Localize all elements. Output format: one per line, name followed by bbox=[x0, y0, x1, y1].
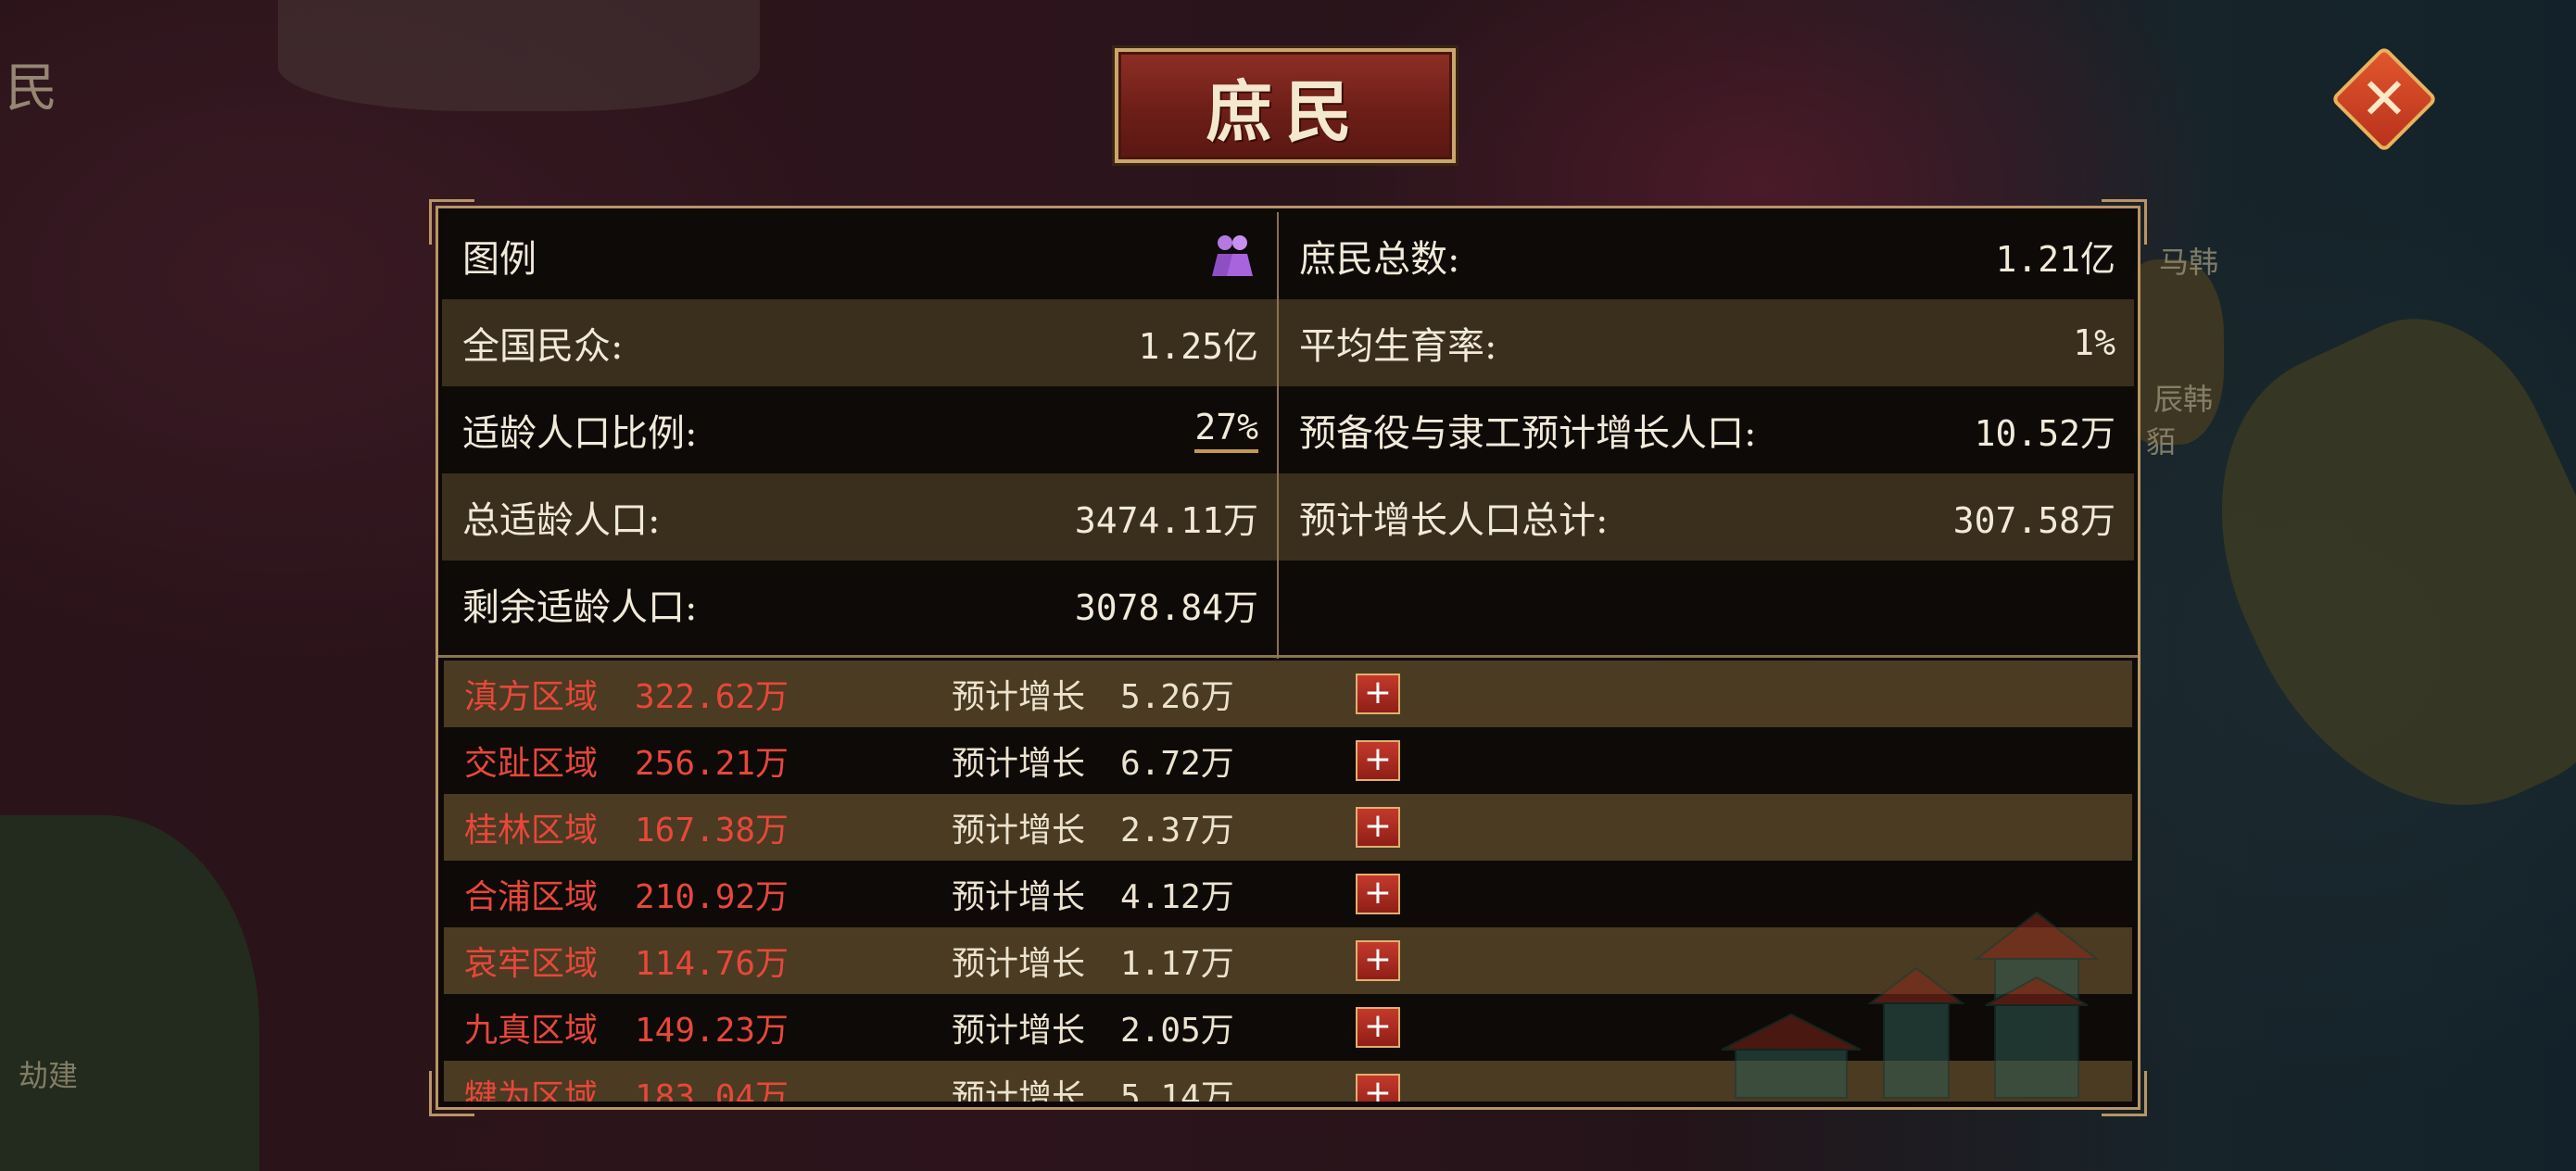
region-name: 合浦区域 bbox=[464, 878, 599, 916]
region-name: 哀牢区域 bbox=[464, 945, 599, 983]
close-icon: ✕ bbox=[2360, 64, 2408, 132]
legend-label: 图例 bbox=[462, 238, 537, 281]
region-name: 桂林区域 bbox=[464, 812, 599, 850]
region-growth-value: 2.05万 bbox=[1120, 1012, 1234, 1050]
region-population: 322.62万 bbox=[635, 678, 789, 716]
region-population: 167.38万 bbox=[635, 812, 789, 850]
stat-row-reserve-growth: 预备役与隶工预计增长人口: 10.52万 bbox=[1279, 386, 2134, 473]
region-growth-value: 6.72万 bbox=[1120, 745, 1234, 783]
stat-label: 平均生育率: bbox=[1299, 325, 1497, 368]
add-button[interactable]: + bbox=[1356, 807, 1400, 848]
add-button[interactable]: + bbox=[1356, 1007, 1400, 1048]
stat-row-national-people: 全国民众: 1.25亿 bbox=[442, 299, 1277, 386]
region-row: 滇方区域 322.62万 预计增长 5.26万 + bbox=[444, 661, 2132, 727]
stat-value: 10.52万 bbox=[1974, 412, 2115, 454]
stat-label: 总适龄人口: bbox=[462, 499, 661, 542]
region-population: 256.21万 bbox=[635, 745, 789, 783]
add-button[interactable]: + bbox=[1356, 674, 1400, 714]
region-name: 九真区域 bbox=[464, 1012, 599, 1050]
stat-value: 1.21亿 bbox=[1995, 238, 2115, 280]
stat-label: 全国民众: bbox=[462, 325, 624, 368]
stats-section: 图例 全国民众: 1.25亿 适龄人口比例: 27% 总适龄人口: 3474.1… bbox=[442, 212, 2134, 659]
region-growth-value: 4.12万 bbox=[1120, 878, 1234, 916]
add-button[interactable]: + bbox=[1356, 940, 1400, 981]
map-label-chenhan: 辰韩 bbox=[2153, 382, 2214, 417]
stat-row-growth-total: 预计增长人口总计: 307.58万 bbox=[1279, 473, 2134, 560]
region-growth-value: 1.17万 bbox=[1120, 945, 1234, 983]
stats-left-column: 图例 全国民众: 1.25亿 适龄人口比例: 27% 总适龄人口: 3474.1… bbox=[442, 212, 1279, 659]
region-growth-label: 预计增长 bbox=[952, 678, 1086, 716]
stats-right-column: 庶民总数: 1.21亿 平均生育率: 1% 预备役与隶工预计增长人口: 10.5… bbox=[1279, 212, 2134, 659]
add-button[interactable]: + bbox=[1356, 740, 1400, 781]
purple-people-icon bbox=[1212, 235, 1253, 276]
map-label-mo: 貊 bbox=[2146, 424, 2177, 460]
stat-row-empty bbox=[1279, 560, 2134, 648]
stat-value: 27% bbox=[1194, 407, 1258, 453]
region-growth-label: 预计增长 bbox=[952, 1078, 1086, 1102]
stat-value: 3078.84万 bbox=[1074, 586, 1258, 628]
stat-row-birth-rate: 平均生育率: 1% bbox=[1279, 299, 2134, 386]
stat-row-eligible-ratio: 适龄人口比例: 27% bbox=[442, 386, 1277, 473]
section-divider bbox=[438, 655, 2138, 658]
population-panel: 图例 全国民众: 1.25亿 适龄人口比例: 27% 总适龄人口: 3474.1… bbox=[429, 199, 2147, 1116]
stat-label: 适龄人口比例: bbox=[462, 412, 698, 455]
region-growth-value: 2.37万 bbox=[1120, 812, 1234, 850]
page-title: 庶民 bbox=[1205, 71, 1365, 151]
legend-row: 图例 bbox=[442, 212, 1277, 299]
stat-value: 3474.11万 bbox=[1074, 499, 1258, 541]
stat-row-remaining-eligible: 剩余适龄人口: 3078.84万 bbox=[442, 560, 1277, 648]
stat-row-commoners-total: 庶民总数: 1.21亿 bbox=[1279, 212, 2134, 299]
stat-value: 1.25亿 bbox=[1138, 325, 1258, 367]
region-population: 149.23万 bbox=[635, 1012, 789, 1050]
region-population: 210.92万 bbox=[635, 878, 789, 916]
map-label-jiejian: 劫建 bbox=[19, 1058, 79, 1093]
stat-value: 307.58万 bbox=[1952, 499, 2115, 541]
title-plate: 庶民 bbox=[1115, 48, 1456, 163]
stat-label: 庶民总数: bbox=[1299, 238, 1460, 281]
region-growth-label: 预计增长 bbox=[952, 812, 1086, 850]
region-name: 交趾区域 bbox=[464, 745, 599, 783]
add-button[interactable]: + bbox=[1356, 1074, 1400, 1102]
region-population: 114.76万 bbox=[635, 945, 789, 983]
region-row: 交趾区域 256.21万 预计增长 6.72万 + bbox=[444, 727, 2132, 794]
region-growth-label: 预计增长 bbox=[952, 878, 1086, 916]
map-label-mahan: 马韩 bbox=[2159, 245, 2219, 280]
region-name: 犍为区域 bbox=[464, 1078, 599, 1102]
region-population: 183.04万 bbox=[635, 1078, 789, 1102]
region-growth-label: 预计增长 bbox=[952, 745, 1086, 783]
stat-row-total-eligible: 总适龄人口: 3474.11万 bbox=[442, 473, 1277, 560]
stat-label: 预计增长人口总计: bbox=[1299, 499, 1609, 542]
region-growth-value: 5.26万 bbox=[1120, 678, 1234, 716]
palace-scenery bbox=[1721, 911, 2100, 1099]
region-growth-value: 5.14万 bbox=[1120, 1078, 1234, 1102]
add-button[interactable]: + bbox=[1356, 874, 1400, 914]
region-row: 桂林区域 167.38万 预计增长 2.37万 + bbox=[444, 794, 2132, 861]
region-growth-label: 预计增长 bbox=[952, 1012, 1086, 1050]
stat-label: 剩余适龄人口: bbox=[462, 586, 698, 629]
map-label-min: 民 bbox=[6, 58, 57, 119]
region-name: 滇方区域 bbox=[464, 678, 599, 716]
stat-label: 预备役与隶工预计增长人口: bbox=[1299, 412, 1757, 455]
stat-value: 1% bbox=[2073, 322, 2115, 363]
region-growth-label: 预计增长 bbox=[952, 945, 1086, 983]
